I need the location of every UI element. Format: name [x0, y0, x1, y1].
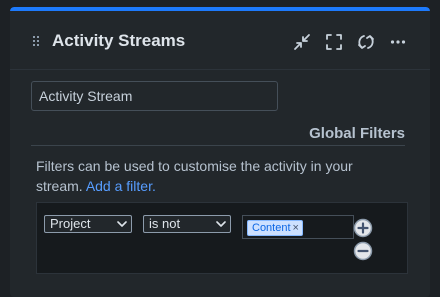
gadget-body: Global Filters Filters can be used to cu…	[10, 70, 430, 297]
filter-value-input[interactable]: Content ×	[242, 215, 354, 239]
field-select-value: Project	[50, 216, 91, 231]
gadget-title: Activity Streams	[52, 31, 186, 50]
filters-description-text: Filters can be used to customise the act…	[36, 158, 353, 194]
plus-circle-icon[interactable]	[353, 218, 373, 238]
maximize-button[interactable]	[322, 30, 346, 54]
activity-streams-gadget: Activity Streams Activity Stream Global …	[10, 7, 430, 297]
remove-tag-button[interactable]: ×	[293, 221, 299, 235]
global-filters-heading: Global Filters	[309, 125, 405, 142]
filter-row: Project is not Content ×	[36, 202, 408, 274]
stream-name-input[interactable]	[31, 81, 278, 111]
minimize-button[interactable]	[290, 30, 314, 54]
more-actions-button[interactable]	[386, 30, 410, 54]
field-select[interactable]: Project	[44, 215, 132, 233]
chevron-down-icon	[117, 221, 127, 227]
maximize-icon	[326, 34, 342, 50]
drag-handle-icon[interactable]	[33, 36, 41, 48]
minus-circle-icon[interactable]	[353, 241, 373, 261]
filters-description: Filters can be used to customise the act…	[36, 156, 396, 196]
gadget-header: Activity Streams	[10, 11, 430, 70]
more-icon	[390, 40, 406, 44]
add-filter-link[interactable]: Add a filter.	[86, 178, 156, 194]
value-tag-label: Content	[252, 222, 291, 234]
minimize-icon	[294, 34, 310, 50]
value-tag: Content ×	[247, 220, 303, 236]
refresh-button[interactable]	[354, 30, 378, 54]
chevron-down-icon	[216, 221, 226, 227]
refresh-icon	[358, 35, 374, 49]
operator-select[interactable]: is not	[143, 215, 231, 233]
section-divider	[31, 145, 405, 146]
operator-select-value: is not	[149, 216, 181, 231]
